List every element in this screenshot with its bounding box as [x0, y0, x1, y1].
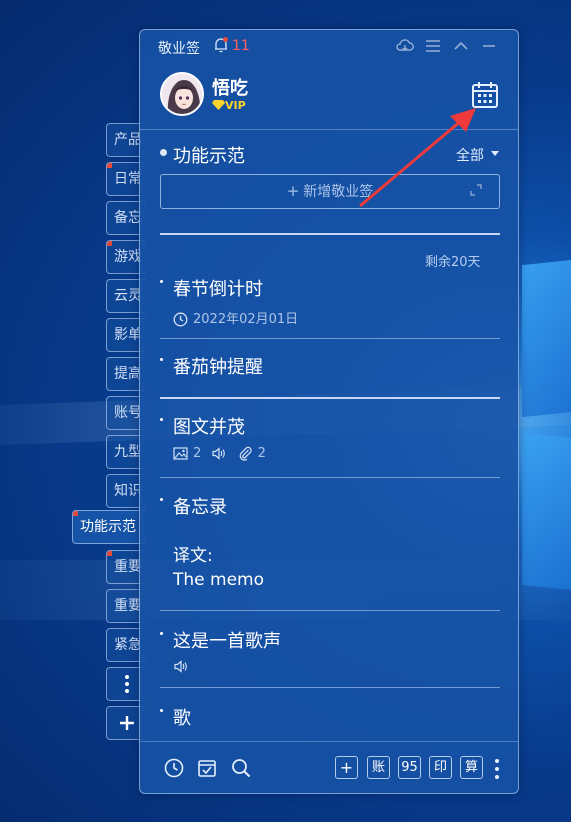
- category-title: 功能示范: [173, 146, 245, 167]
- menu-icon[interactable]: [424, 37, 442, 55]
- vip-badge: VIP: [212, 99, 246, 112]
- note-title: 备忘录: [173, 497, 227, 518]
- tab-label: 云灵: [114, 288, 142, 304]
- notes-panel: 敬业签 11 悟吃 VIP 功能示范 全部 + 新增敬业签 剩余20天 春节倒计…: [139, 29, 519, 794]
- add-button[interactable]: +: [335, 756, 358, 779]
- paperclip-icon: [239, 446, 252, 461]
- divider: [140, 741, 518, 742]
- unread-flag: [107, 551, 112, 556]
- app-title: 敬业签: [158, 41, 200, 57]
- diamond-icon: [212, 100, 225, 110]
- minimize-icon[interactable]: [480, 37, 498, 55]
- note-title: 这是一首歌声: [173, 631, 281, 652]
- note-title: 春节倒计时: [173, 279, 263, 300]
- more-vertical-icon: [124, 675, 129, 693]
- collapse-icon[interactable]: [452, 37, 470, 55]
- note-bullet: [160, 498, 163, 501]
- note-attachments: 2 2: [173, 446, 266, 461]
- tab-label: 紧急: [114, 637, 142, 653]
- clock-icon[interactable]: [163, 757, 185, 779]
- divider: [140, 129, 518, 130]
- unread-flag: [107, 163, 112, 168]
- tab-label: 影单: [114, 327, 142, 343]
- note-attachments: [173, 659, 193, 674]
- tab-label: 备忘: [114, 210, 142, 226]
- note-title: 歌: [173, 708, 191, 729]
- plus-icon: +: [286, 182, 300, 200]
- tab-label: 知识: [114, 483, 142, 499]
- tab-label: 功能示范: [80, 519, 136, 535]
- note-title: 番茄钟提醒: [173, 357, 263, 378]
- divider: [160, 610, 500, 611]
- divider: [160, 477, 500, 478]
- audio-icon: [174, 660, 187, 673]
- note-title: 图文并茂: [173, 417, 245, 438]
- unread-flag: [107, 241, 112, 246]
- completed-tasks-icon[interactable]: [196, 757, 218, 779]
- username: 悟吃: [212, 78, 248, 99]
- note-bullet: [160, 280, 163, 283]
- tab-label: 日常: [114, 171, 142, 187]
- divider: [160, 687, 500, 688]
- clock-icon: [173, 312, 188, 327]
- bell-icon[interactable]: [212, 36, 230, 54]
- add-note-button[interactable]: + 新增敬业签: [160, 174, 500, 209]
- category-dot: [160, 149, 167, 156]
- cloud-sync-icon[interactable]: [396, 37, 414, 55]
- print-button[interactable]: 印: [429, 756, 452, 779]
- notification-count: 11: [232, 38, 250, 54]
- windows-logo-pane: [522, 258, 571, 418]
- unread-flag: [73, 511, 78, 516]
- tab-active-category[interactable]: 功能示范: [72, 510, 146, 544]
- remaining-days: 剩余20天: [425, 255, 481, 270]
- avatar-portrait: [162, 74, 202, 114]
- note-bullet: [160, 358, 163, 361]
- divider: [160, 233, 500, 235]
- tab-label: 九型: [114, 444, 142, 460]
- account-button[interactable]: 账: [367, 756, 390, 779]
- number-95-button[interactable]: 95: [398, 756, 421, 779]
- note-bullet: [160, 632, 163, 635]
- windows-logo-pane: [522, 432, 571, 592]
- avatar[interactable]: [160, 72, 204, 116]
- note-body: 译文: The memo: [173, 546, 265, 590]
- expand-icon[interactable]: [470, 184, 482, 196]
- tab-label: 提高: [114, 366, 142, 382]
- tab-label: 重要: [114, 598, 142, 614]
- tab-label: 账号: [114, 405, 142, 421]
- tab-label: 产品: [114, 132, 142, 148]
- image-icon: [173, 447, 188, 460]
- filter-dropdown[interactable]: 全部: [456, 145, 484, 165]
- title-bar[interactable]: 敬业签 11: [140, 30, 518, 62]
- more-vertical-icon[interactable]: [494, 758, 500, 780]
- caret-down-icon: [491, 151, 499, 156]
- calendar-icon[interactable]: [470, 80, 500, 110]
- divider: [160, 397, 500, 399]
- divider: [160, 338, 500, 339]
- plus-icon: [119, 716, 134, 730]
- search-icon[interactable]: [230, 757, 252, 779]
- note-bullet: [160, 709, 163, 712]
- tab-label: 重要: [114, 559, 142, 575]
- calculate-button[interactable]: 算: [460, 756, 483, 779]
- note-bullet: [160, 418, 163, 421]
- note-reminder: 2022年02月01日: [173, 308, 298, 327]
- audio-icon: [212, 447, 226, 460]
- add-note-label: 新增敬业签: [303, 184, 374, 200]
- tab-label: 游戏: [114, 249, 142, 265]
